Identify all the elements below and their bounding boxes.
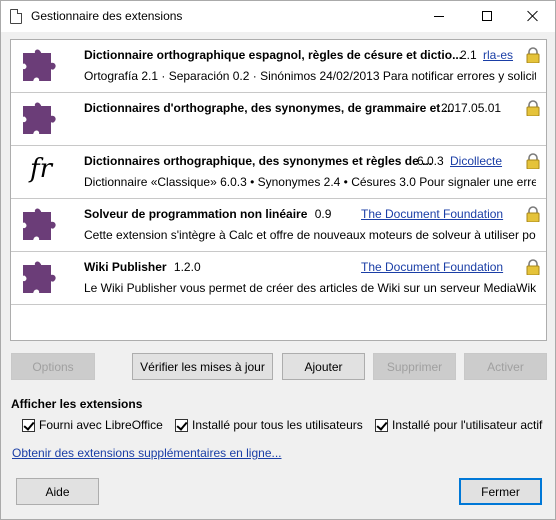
- extension-name: Dictionnaires orthographique, des synony…: [84, 154, 433, 168]
- extensions-list[interactable]: Dictionnaire orthographique espagnol, rè…: [10, 39, 547, 341]
- lock-icon: [526, 100, 540, 116]
- add-button[interactable]: Ajouter: [282, 353, 365, 380]
- maximize-button[interactable]: [464, 1, 510, 31]
- extension-name: Solveur de programmation non linéaire: [84, 207, 308, 221]
- enable-button[interactable]: Activer: [464, 353, 547, 380]
- extension-name: Wiki Publisher: [84, 260, 167, 274]
- list-item[interactable]: fr Dictionnaires orthographique, des syn…: [11, 146, 546, 199]
- lock-icon: [526, 153, 540, 169]
- checkbox-checked-icon[interactable]: [375, 418, 388, 432]
- fr-logo-icon: fr: [30, 154, 53, 184]
- checkbox-checked-icon[interactable]: [175, 418, 188, 432]
- list-item[interactable]: Dictionnaires d'orthographe, des synonym…: [11, 93, 546, 146]
- extension-version: 1.2.0: [173, 260, 201, 274]
- window-title: Gestionnaire des extensions: [31, 9, 183, 23]
- extension-manager-dialog: Gestionnaire des extensions Dictionnaire…: [0, 0, 556, 520]
- extension-description: Dictionnaire «Classique» 6.0.3 • Synonym…: [84, 175, 536, 189]
- extension-name: Dictionnaire orthographique espagnol, rè…: [84, 48, 463, 62]
- close-icon: [527, 10, 539, 22]
- close-window-button[interactable]: [510, 1, 556, 31]
- user-checkbox[interactable]: Installé pour l'utilisateur actif: [375, 418, 542, 432]
- options-button[interactable]: Options: [11, 353, 95, 380]
- check-updates-button[interactable]: Vérifier les mises à jour: [132, 353, 273, 380]
- minimize-icon: [434, 15, 444, 17]
- remove-button[interactable]: Supprimer: [373, 353, 456, 380]
- extension-version: 2.1: [460, 48, 477, 62]
- extension-version: 0.9: [314, 207, 332, 221]
- lock-icon: [526, 206, 540, 222]
- puzzle-icon: [23, 208, 56, 240]
- minimize-button[interactable]: [416, 1, 462, 31]
- title-bar: Gestionnaire des extensions: [1, 1, 555, 32]
- maximize-icon: [482, 11, 492, 21]
- get-more-extensions-link[interactable]: Obtenir des extensions supplémentaires e…: [12, 446, 282, 460]
- extension-publisher-link[interactable]: The Document Foundation: [361, 207, 503, 221]
- list-item[interactable]: Solveur de programmation non linéaire 0.…: [11, 199, 546, 252]
- puzzle-icon: [23, 261, 56, 293]
- extension-description: Le Wiki Publisher vous permet de créer d…: [84, 281, 536, 295]
- filter-section-label: Afficher les extensions: [11, 397, 143, 411]
- list-item[interactable]: Wiki Publisher 1.2.0 The Document Founda…: [11, 252, 546, 305]
- extension-version: 6.0.3: [417, 154, 444, 168]
- close-button[interactable]: Fermer: [459, 478, 542, 505]
- bundled-checkbox[interactable]: Fourni avec LibreOffice: [22, 418, 163, 432]
- bundled-checkbox-label: Fourni avec LibreOffice: [39, 418, 163, 432]
- extension-publisher-link[interactable]: The Document Foundation: [361, 260, 503, 274]
- puzzle-icon: [23, 49, 56, 81]
- shared-checkbox-label: Installé pour tous les utilisateurs: [192, 418, 363, 432]
- checkbox-checked-icon[interactable]: [22, 418, 35, 432]
- lock-icon: [526, 259, 540, 275]
- puzzle-icon: [23, 102, 56, 134]
- user-checkbox-label: Installé pour l'utilisateur actif: [392, 418, 543, 432]
- lock-icon: [526, 47, 540, 63]
- extension-description: Cette extension s'intègre à Calc et offr…: [84, 228, 536, 242]
- extension-version: 2017.05.01: [441, 101, 502, 115]
- list-item[interactable]: Dictionnaire orthographique espagnol, rè…: [11, 40, 546, 93]
- help-button[interactable]: Aide: [16, 478, 99, 505]
- extension-description: Ortografía 2.1 · Separación 0.2 · Sinóni…: [84, 69, 536, 83]
- extension-publisher-link[interactable]: rla-es: [483, 48, 513, 62]
- shared-checkbox[interactable]: Installé pour tous les utilisateurs: [175, 418, 363, 432]
- document-icon: [10, 9, 22, 24]
- extension-publisher-link[interactable]: Dicollecte: [450, 154, 502, 168]
- extension-name: Dictionnaires d'orthographe, des synonym…: [84, 101, 454, 115]
